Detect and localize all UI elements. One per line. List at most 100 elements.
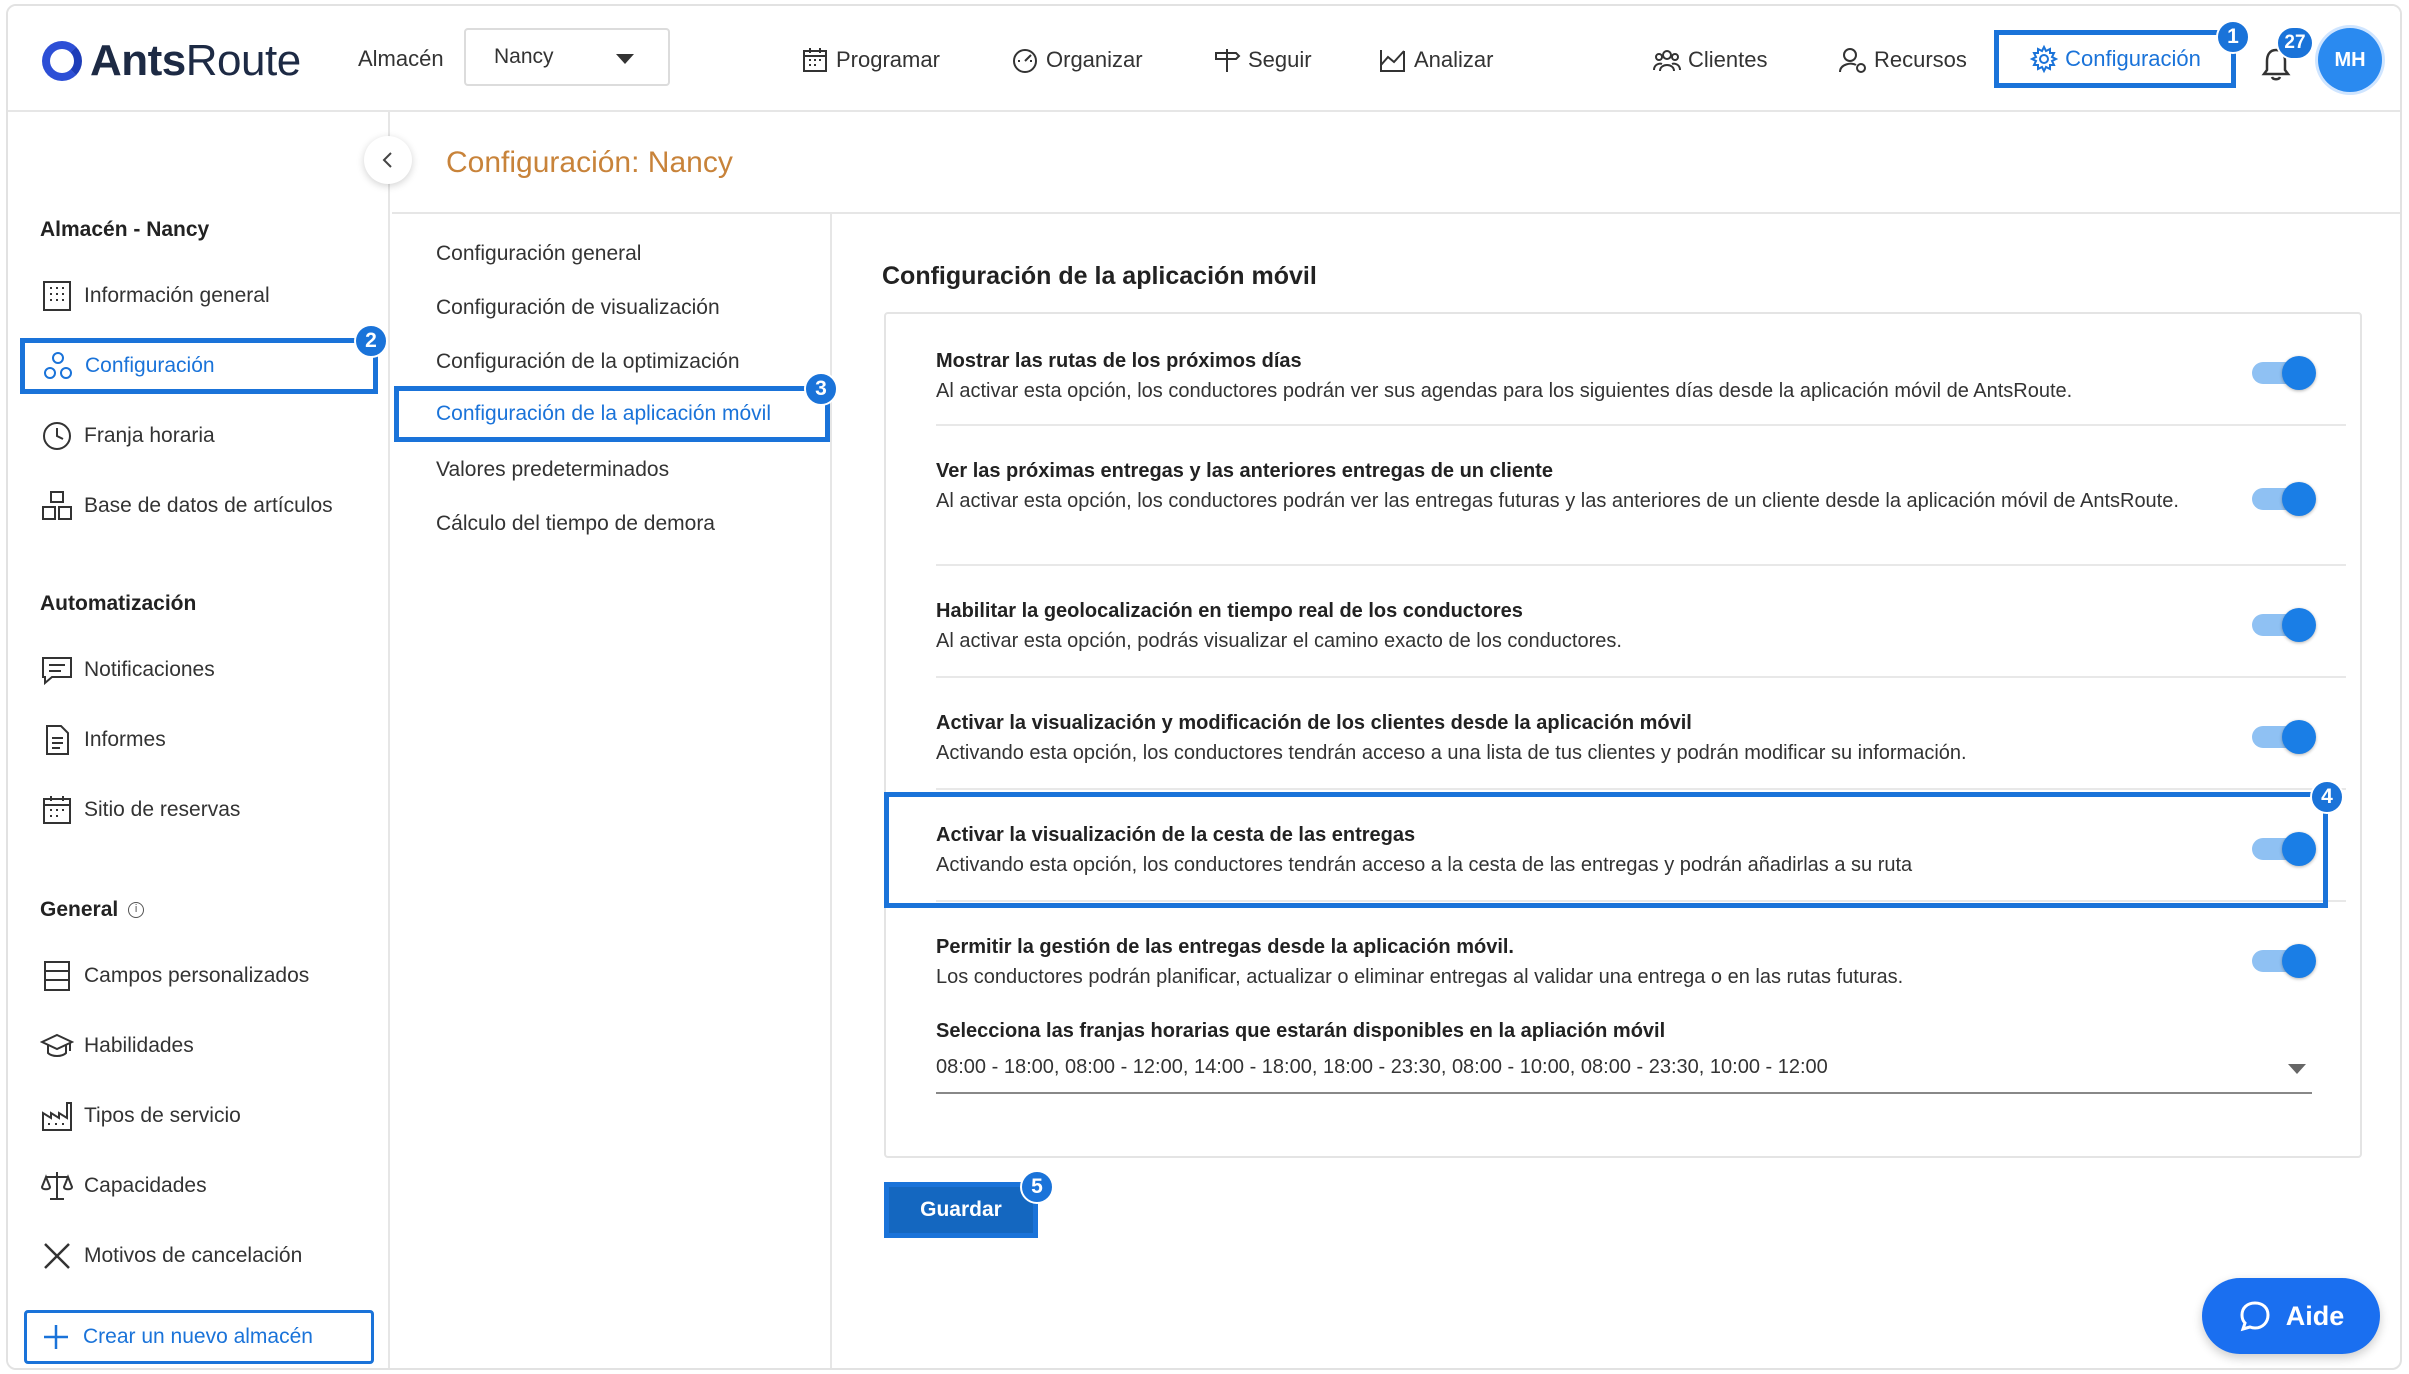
option-row: Habilitar la geolocalización en tiempo r…: [936, 596, 2336, 656]
caret-down-icon: [616, 54, 634, 64]
sidebar-item-label: Notificaciones: [84, 658, 215, 681]
step-badge-4: 4: [2310, 780, 2344, 814]
option-row: Mostrar las rutas de los próximos días A…: [936, 346, 2336, 406]
nav-seguir[interactable]: Seguir: [1212, 42, 1312, 78]
subnav-item-valores-predeterminados[interactable]: Valores predeterminados: [436, 458, 669, 482]
collapse-sidebar-button[interactable]: [364, 136, 412, 184]
nav-configuracion[interactable]: Configuración: [1994, 30, 2236, 88]
plus-icon: [44, 1325, 68, 1349]
toggle-switch[interactable]: [2252, 608, 2316, 642]
sidebar-item-label: Configuración: [85, 354, 215, 377]
document-icon: [46, 725, 69, 755]
chat-bubble-icon: [2240, 1301, 2270, 1332]
signpost-icon: [1215, 49, 1241, 72]
info-icon[interactable]: i: [128, 902, 145, 919]
step-badge-1: 1: [2216, 20, 2250, 54]
sidebar-item-motivos-de-cancelacion[interactable]: Motivos de cancelación: [40, 1236, 302, 1276]
create-warehouse-label: Crear un nuevo almacén: [83, 1325, 313, 1348]
nav-label: Configuración: [2065, 46, 2201, 71]
graduation-cap-icon: [40, 1033, 74, 1057]
option-row: Activar la visualización y modificación …: [936, 708, 2336, 768]
components-icon: [44, 352, 72, 379]
sidebar-item-campos-personalizados[interactable]: Campos personalizados: [40, 956, 309, 996]
chart-icon: [1380, 50, 1405, 72]
boxes-icon: [42, 491, 72, 520]
section-title: Configuración de la aplicación móvil: [882, 262, 1317, 290]
slots-row: Selecciona las franjas horarias que esta…: [936, 1016, 2336, 1046]
sidebar-item-sitio-de-reservas[interactable]: Sitio de reservas: [40, 790, 240, 830]
sidebar-item-configuracion[interactable]: Configuración: [20, 338, 378, 394]
sidebar-item-label: Sitio de reservas: [84, 798, 241, 821]
top-navbar: AntsRoute Almacén Nancy Programar Organi…: [8, 6, 2400, 112]
sidebar-item-label: Capacidades: [84, 1174, 207, 1197]
nav-organizar[interactable]: Organizar: [1010, 42, 1143, 78]
nav-analizar[interactable]: Analizar: [1378, 42, 1493, 78]
time-slots-select[interactable]: 08:00 - 18:00, 08:00 - 12:00, 14:00 - 18…: [936, 1044, 2312, 1094]
time-slots-value: 08:00 - 18:00, 08:00 - 12:00, 14:00 - 18…: [936, 1056, 1828, 1078]
option-title: Permitir la gestión de las entregas desd…: [936, 936, 1514, 958]
nav-programar[interactable]: Programar: [800, 42, 940, 78]
sidebar-item-habilidades[interactable]: Habilidades: [40, 1026, 194, 1066]
sidebar-item-label: Información general: [84, 284, 270, 307]
factory-icon: [42, 1102, 72, 1131]
nav-label: Programar: [836, 47, 940, 72]
building-icon: [43, 281, 71, 311]
option-description: Al activar esta opción, los conductores …: [936, 490, 2179, 512]
calendar-icon: [43, 796, 71, 824]
sidebar-item-capacidades[interactable]: Capacidades: [40, 1166, 207, 1206]
option-description: Al activar esta opción, podrás visualiza…: [936, 630, 1622, 652]
left-sidebar: Almacén - Nancy Información general Conf…: [8, 112, 390, 1368]
sidebar-item-label: Base de datos de artículos: [84, 494, 333, 517]
nav-recursos[interactable]: Recursos: [1838, 42, 1967, 78]
logo-text: AntsRoute: [90, 36, 301, 85]
sidebar-item-informes[interactable]: Informes: [40, 720, 166, 760]
subnav-item-aplicacion-movil[interactable]: Configuración de la aplicación móvil: [394, 386, 830, 442]
toggle-switch[interactable]: [2252, 720, 2316, 754]
sidebar-item-notificaciones[interactable]: Notificaciones: [40, 650, 215, 690]
user-avatar[interactable]: MH: [2318, 28, 2382, 92]
help-label: Aide: [2285, 1300, 2345, 1331]
nav-label: Clientes: [1688, 47, 1768, 72]
save-button[interactable]: Guardar: [884, 1182, 1038, 1238]
subnav-item-optimizacion[interactable]: Configuración de la optimización: [436, 350, 740, 374]
highlight-basket-option: [884, 792, 2328, 908]
sidebar-item-label: Habilidades: [84, 1034, 194, 1057]
nav-clientes[interactable]: Clientes: [1652, 42, 1767, 78]
page-header: Configuración: Nancy: [392, 112, 2400, 214]
slots-label: Selecciona las franjas horarias que esta…: [936, 1020, 1666, 1042]
sidebar-item-informacion-general[interactable]: Información general: [40, 276, 270, 316]
create-warehouse-button[interactable]: Crear un nuevo almacén: [24, 1310, 374, 1364]
sidebar-item-franja-horaria[interactable]: Franja horaria: [40, 416, 215, 456]
subnav-item-tiempo-de-demora[interactable]: Cálculo del tiempo de demora: [436, 512, 715, 536]
antsroute-logo[interactable]: AntsRoute: [42, 36, 301, 86]
form-icon: [44, 961, 70, 991]
help-chat-button[interactable]: Aide: [2202, 1278, 2380, 1354]
close-icon: [44, 1243, 70, 1269]
sidebar-heading-warehouse: Almacén - Nancy: [40, 218, 210, 241]
subnav-item-general[interactable]: Configuración general: [436, 242, 641, 266]
divider: [936, 424, 2346, 426]
step-badge-3: 3: [804, 372, 838, 406]
subnav-item-visualizacion[interactable]: Configuración de visualización: [436, 296, 720, 320]
page-title: Configuración: Nancy: [446, 146, 733, 179]
sidebar-item-base-de-datos[interactable]: Base de datos de artículos: [40, 486, 333, 526]
toggle-switch[interactable]: [2252, 482, 2316, 516]
step-badge-5: 5: [1020, 1170, 1054, 1204]
scale-icon: [40, 1172, 74, 1200]
toggle-switch[interactable]: [2252, 944, 2316, 978]
warehouse-select[interactable]: Nancy: [464, 28, 670, 86]
mobile-settings-card: Mostrar las rutas de los próximos días A…: [884, 312, 2362, 1158]
caret-down-icon: [2288, 1064, 2306, 1074]
nav-label: Seguir: [1248, 47, 1312, 72]
divider: [936, 564, 2346, 566]
sidebar-item-label: Motivos de cancelación: [84, 1244, 303, 1267]
nav-label: Analizar: [1414, 47, 1494, 72]
chevron-left-icon: [382, 152, 392, 168]
option-row: Ver las próximas entregas y las anterior…: [936, 456, 2336, 516]
option-row: Permitir la gestión de las entregas desd…: [936, 932, 2336, 992]
toggle-switch[interactable]: [2252, 356, 2316, 390]
sidebar-item-tipos-de-servicio[interactable]: Tipos de servicio: [40, 1096, 241, 1136]
divider: [936, 788, 2346, 790]
option-description: Activando esta opción, los conductores t…: [936, 742, 1967, 764]
sidebar-item-label: Informes: [84, 728, 166, 751]
